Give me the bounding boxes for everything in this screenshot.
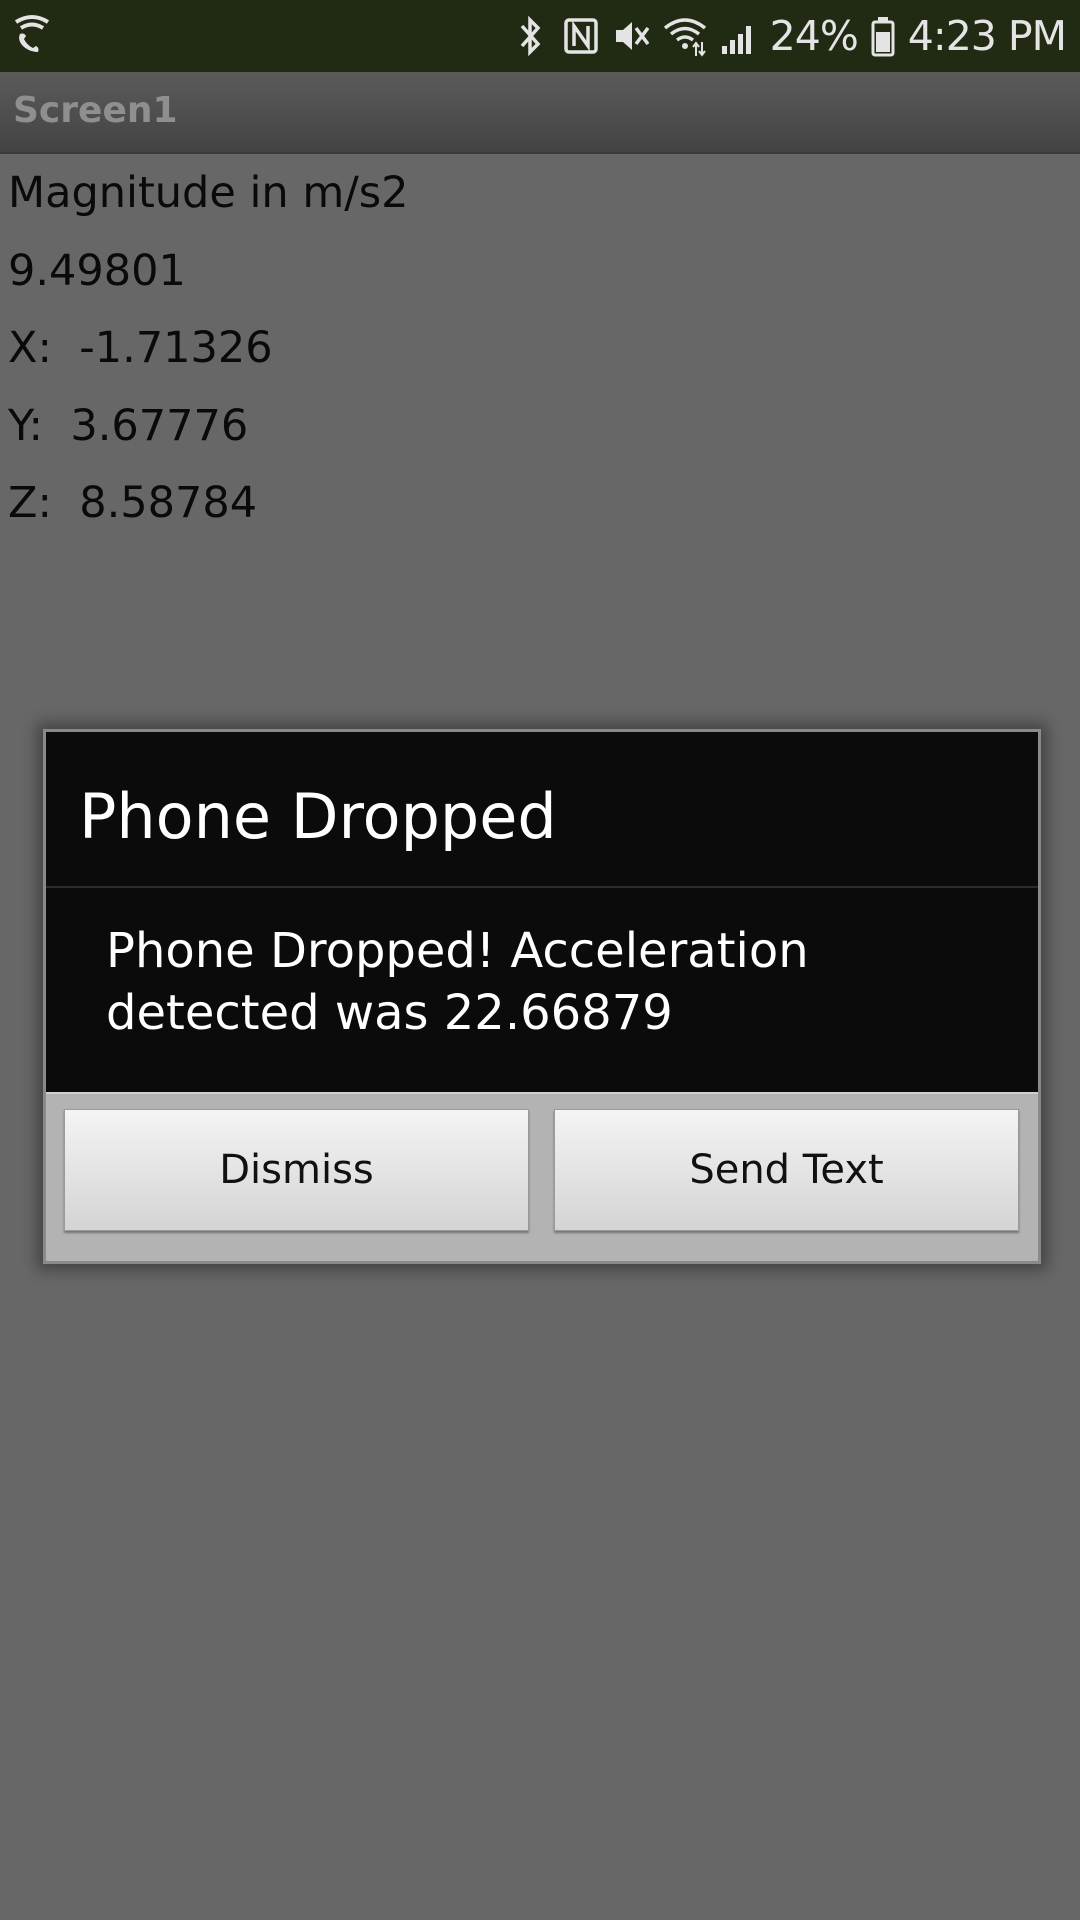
dismiss-button[interactable]: Dismiss [64,1109,529,1231]
dialog-message: Phone Dropped! Acceleration detected was… [106,923,809,1041]
battery-percentage: 24% [769,12,859,60]
title-bar: Screen1 [0,72,1080,154]
magnitude-label: Magnitude in m/s2 [8,168,409,218]
wifi-icon [663,18,706,57]
nfc-icon [563,18,598,54]
dialog-button-bar: Dismiss Send Text [46,1092,1038,1261]
dialog-divider [46,886,1038,888]
z-reading: Z: 8.58784 [8,478,258,528]
status-bar: 24% 4:23 PM [0,0,1080,72]
dialog-title: Phone Dropped [79,780,557,853]
status-time: 4:23 PM [907,12,1067,60]
magnitude-value: 9.49801 [8,245,186,296]
alert-dialog: Phone Dropped Phone Dropped! Acceleratio… [43,729,1041,1264]
battery-icon [871,17,895,57]
x-reading: X: -1.71326 [8,323,273,373]
cell-signal-icon [721,26,751,54]
wifi-calling-icon [14,15,50,52]
send-text-button[interactable]: Send Text [554,1109,1019,1231]
sensor-readings: Magnitude in m/s2 9.49801 X: -1.71326 Y:… [8,165,408,553]
y-reading: Y: 3.67776 [8,400,249,451]
screen-title: Screen1 [13,90,178,131]
bluetooth-icon [520,15,541,57]
vibrate-mute-icon [615,22,650,50]
